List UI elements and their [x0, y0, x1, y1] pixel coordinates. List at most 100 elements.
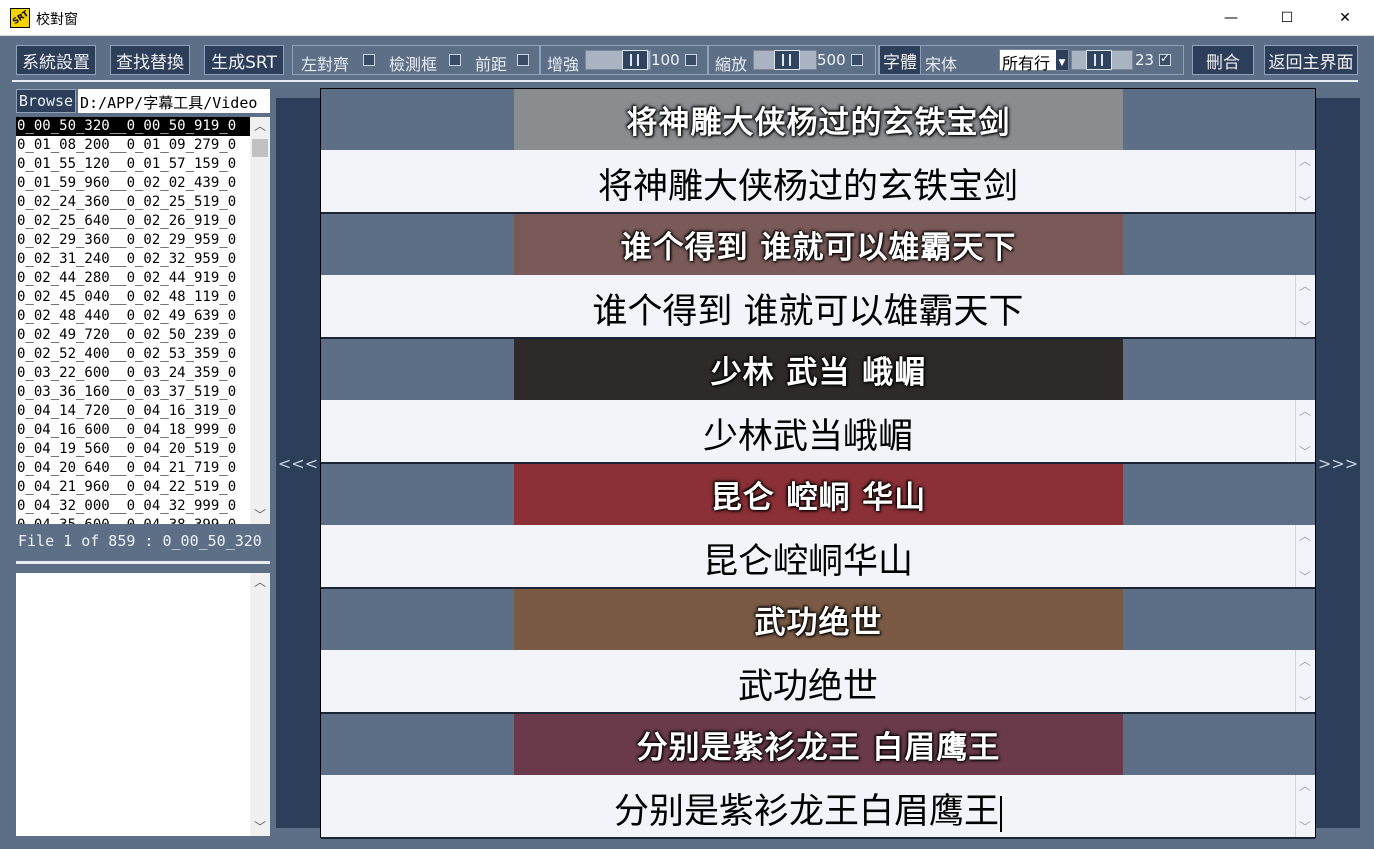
enhance-label: 增強	[547, 55, 580, 74]
next-page-button[interactable]: >>>	[1316, 98, 1360, 828]
file-list-item[interactable]: 0_01_55_120__0_01_57_159_0	[16, 155, 250, 174]
enhance-slider-thumb[interactable]	[622, 50, 648, 70]
file-list-item[interactable]: 0_04_14_720__0_04_16_319_0	[16, 402, 250, 421]
find-replace-button[interactable]: 查找替換	[110, 45, 190, 75]
file-list-item[interactable]: 0_02_24_360__0_02_25_519_0	[16, 193, 250, 212]
subtitle-text[interactable]: 分别是紫衫龙王白眉鹰王	[321, 783, 1295, 834]
enhance-checkbox[interactable]	[685, 54, 697, 66]
file-list-item[interactable]: 0_02_52_400__0_02_53_359_0	[16, 345, 250, 364]
system-settings-button[interactable]: 系統設置	[16, 45, 96, 75]
zoom-slider[interactable]	[753, 50, 817, 70]
scroll-up-icon[interactable]: ︿	[1299, 527, 1311, 544]
file-list-item[interactable]: 0_02_45_040__0_02_48_119_0	[16, 288, 250, 307]
align-left-label: 左對齊	[301, 55, 350, 74]
file-rows: 0_00_50_320__0_00_50_919_0 0_01_08_200__0…	[16, 117, 270, 524]
notes-scrollbar[interactable]: ︿ ﹀	[250, 573, 270, 836]
file-list-item[interactable]: 0_01_59_960__0_02_02_439_0	[16, 174, 250, 193]
subtitle-textbox[interactable]: 将神雕大侠杨过的玄铁宝剑 ︿ ﹀	[321, 150, 1315, 212]
subtitle-text[interactable]: 武功绝世	[321, 658, 1295, 709]
scroll-up-icon[interactable]: ︿	[1299, 652, 1311, 669]
scroll-up-icon[interactable]: ︿	[250, 573, 270, 591]
file-list-item[interactable]: 0_02_49_720__0_02_50_239_0	[16, 326, 250, 345]
scroll-down-icon[interactable]: ﹀	[1299, 568, 1311, 585]
subtitle-scrollbar[interactable]: ︿ ﹀	[1295, 275, 1315, 337]
delete-merge-button[interactable]: 刪合	[1192, 45, 1254, 75]
file-list-item[interactable]: 0_02_44_280__0_02_44_919_0	[16, 269, 250, 288]
subtitle-editor: 将神雕大侠杨过的玄铁宝剑 将神雕大侠杨过的玄铁宝剑 ︿ ﹀ 谁个得到 谁就可以雄霸天下谁…	[320, 88, 1316, 839]
scroll-up-icon[interactable]: ︿	[250, 117, 270, 135]
close-button[interactable]: ✕	[1316, 0, 1374, 36]
scroll-down-icon[interactable]: ﹀	[1299, 693, 1311, 710]
subtitle-textbox[interactable]: 昆仑崆峒华山 ︿ ﹀	[321, 525, 1315, 587]
file-list-item[interactable]: 0_02_31_240__0_02_32_959_0	[16, 250, 250, 269]
subtitle-textbox[interactable]: 少林武当峨嵋 ︿ ﹀	[321, 400, 1315, 462]
subtitle-textbox[interactable]: 分别是紫衫龙王白眉鹰王 ︿ ﹀	[321, 775, 1315, 837]
scroll-down-icon[interactable]: ﹀	[1299, 443, 1311, 460]
file-list[interactable]: 0_00_50_320__0_00_50_919_0 0_01_08_200__0…	[16, 117, 270, 524]
browse-button[interactable]: Browse	[16, 89, 76, 113]
file-list-item[interactable]: 0_03_22_600__0_03_24_359_0	[16, 364, 250, 383]
chevron-down-icon[interactable]: ▼	[1056, 50, 1068, 70]
return-main-button[interactable]: 返回主界面	[1264, 45, 1358, 75]
scroll-thumb[interactable]	[252, 139, 268, 157]
subtitle-scrollbar[interactable]: ︿ ﹀	[1295, 150, 1315, 212]
front-margin-checkbox[interactable]	[517, 54, 529, 66]
font-size-checkbox[interactable]	[1159, 51, 1171, 66]
font-button[interactable]: 字體	[879, 45, 921, 75]
file-list-item[interactable]: 0_04_19_560__0_04_20_519_0	[16, 440, 250, 459]
subtitle-textbox[interactable]: 谁个得到 谁就可以雄霸天下 ︿ ﹀	[321, 275, 1315, 337]
zoom-value: 500	[817, 51, 846, 69]
title-bar: SRT 校對窗 — ☐ ✕	[0, 0, 1374, 36]
file-status: File 1 of 859 : 0_00_50_320	[18, 532, 262, 550]
subtitle-scrollbar[interactable]: ︿ ﹀	[1295, 400, 1315, 462]
file-list-item[interactable]: 0_02_25_640__0_02_26_919_0	[16, 212, 250, 231]
file-list-item[interactable]: 0_02_48_440__0_02_49_639_0	[16, 307, 250, 326]
path-field[interactable]: D:/APP/字幕工具/Video	[78, 89, 270, 113]
scroll-down-icon[interactable]: ﹀	[1299, 818, 1311, 835]
subtitle-textbox[interactable]: 武功绝世 ︿ ﹀	[321, 650, 1315, 712]
font-size-slider[interactable]	[1071, 50, 1133, 70]
file-list-item[interactable]: 0_04_16_600__0_04_18_999_0	[16, 421, 250, 440]
line-select[interactable]: 所有行 ▼	[999, 49, 1069, 73]
file-list-item[interactable]: 0_04_35_600__0_04_38_399_0	[16, 516, 250, 524]
subtitle-item: 昆仑 崆峒 华山 昆仑崆峒华山 ︿ ﹀	[321, 464, 1315, 589]
subtitle-text[interactable]: 昆仑崆峒华山	[321, 533, 1295, 584]
minimize-button[interactable]: —	[1202, 0, 1260, 36]
file-list-scrollbar[interactable]: ︿ ﹀	[250, 117, 270, 524]
scroll-down-icon[interactable]: ﹀	[250, 506, 270, 524]
maximize-button[interactable]: ☐	[1258, 0, 1316, 36]
subtitle-scrollbar[interactable]: ︿ ﹀	[1295, 650, 1315, 712]
scroll-up-icon[interactable]: ︿	[1299, 777, 1311, 794]
zoom-checkbox[interactable]	[851, 54, 863, 66]
scroll-down-icon[interactable]: ﹀	[1299, 318, 1311, 335]
subtitle-text[interactable]: 少林武当峨嵋	[321, 408, 1295, 459]
file-list-item[interactable]: 0_04_21_960__0_04_22_519_0	[16, 478, 250, 497]
generate-srt-button[interactable]: 生成SRT	[204, 45, 284, 75]
file-list-item[interactable]: 0_00_50_320__0_00_50_919_0	[16, 117, 250, 136]
notes-textbox[interactable]: ︿ ﹀	[16, 573, 270, 836]
align-left-checkbox[interactable]	[363, 54, 375, 66]
file-list-item[interactable]: 0_04_20_640__0_04_21_719_0	[16, 459, 250, 478]
file-list-item[interactable]: 0_04_32_000__0_04_32_999_0	[16, 497, 250, 516]
subtitle-text[interactable]: 谁个得到 谁就可以雄霸天下	[321, 283, 1295, 334]
enhance-slider[interactable]	[585, 50, 651, 70]
zoom-group: 縮放 500	[708, 45, 876, 75]
font-size-slider-thumb[interactable]	[1086, 50, 1112, 70]
subtitle-item: 将神雕大侠杨过的玄铁宝剑 将神雕大侠杨过的玄铁宝剑 ︿ ﹀	[321, 89, 1315, 214]
prev-page-button[interactable]: <<<	[276, 98, 320, 828]
file-list-item[interactable]: 0_03_36_160__0_03_37_519_0	[16, 383, 250, 402]
scroll-up-icon[interactable]: ︿	[1299, 402, 1311, 419]
subtitle-text[interactable]: 将神雕大侠杨过的玄铁宝剑	[321, 158, 1295, 209]
subtitle-item: 分别是紫衫龙王 白眉鹰王 分别是紫衫龙王白眉鹰王 ︿ ﹀	[321, 714, 1315, 839]
detect-box-checkbox[interactable]	[449, 54, 461, 66]
zoom-slider-thumb[interactable]	[774, 50, 800, 70]
scroll-down-icon[interactable]: ﹀	[250, 818, 270, 836]
subtitle-item: 谁个得到 谁就可以雄霸天下 谁个得到 谁就可以雄霸天下 ︿ ﹀	[321, 214, 1315, 339]
scroll-up-icon[interactable]: ︿	[1299, 277, 1311, 294]
file-list-item[interactable]: 0_01_08_200__0_01_09_279_0	[16, 136, 250, 155]
subtitle-scrollbar[interactable]: ︿ ﹀	[1295, 775, 1315, 837]
scroll-up-icon[interactable]: ︿	[1299, 152, 1311, 169]
scroll-down-icon[interactable]: ﹀	[1299, 193, 1311, 210]
subtitle-scrollbar[interactable]: ︿ ﹀	[1295, 525, 1315, 587]
file-list-item[interactable]: 0_02_29_360__0_02_29_959_0	[16, 231, 250, 250]
